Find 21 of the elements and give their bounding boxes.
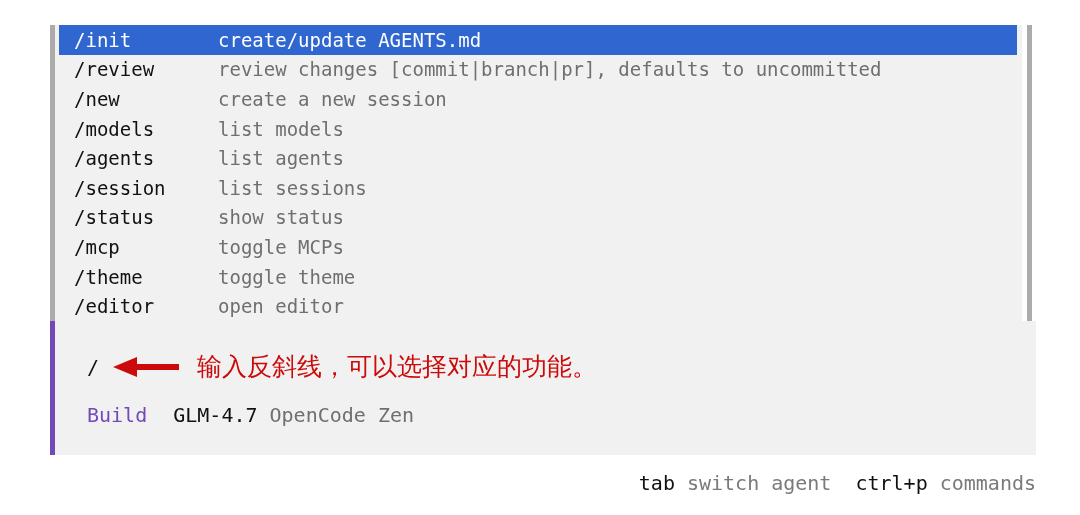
- menu-item[interactable]: /editor open editor: [59, 291, 1017, 321]
- menu-item[interactable]: /review review changes [commit|branch|pr], defaults to uncommitted: [59, 54, 1017, 85]
- left-arrow-icon: [113, 356, 179, 377]
- menu-item[interactable]: /session list sessions: [59, 172, 1017, 203]
- model-label: GLM-4.7: [173, 402, 258, 427]
- shortcut-label: commands: [939, 470, 1036, 495]
- shortcut-label: switch agent: [686, 470, 832, 495]
- menu-item[interactable]: /init create/update AGENTS.md: [59, 25, 1017, 55]
- menu-item[interactable]: /new create a new session: [59, 84, 1017, 114]
- scrollbar[interactable]: [1027, 25, 1032, 321]
- menu-item[interactable]: /status show status: [59, 202, 1017, 233]
- menu-item[interactable]: /models list models: [59, 113, 1017, 144]
- menu-item[interactable]: /mcp toggle MCPs: [59, 232, 1017, 262]
- agent-label: Build: [87, 402, 148, 427]
- menu-item[interactable]: /theme toggle theme: [59, 261, 1017, 292]
- input-field[interactable]: /: [87, 354, 113, 379]
- menu-item[interactable]: /agents list agents: [59, 143, 1017, 173]
- annotation-text: 输入反斜线，可以选择对应的功能。: [197, 351, 597, 384]
- shortcut-key: ctrl+p: [855, 470, 928, 495]
- shortcut-key: tab: [638, 470, 675, 495]
- provider-label: OpenCode Zen: [269, 402, 414, 427]
